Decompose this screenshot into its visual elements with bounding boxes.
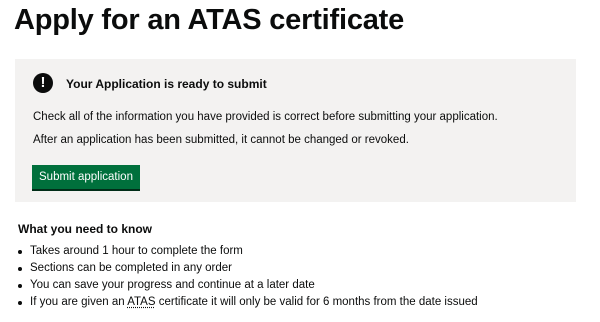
list-item: Takes around 1 hour to complete the form — [18, 243, 478, 260]
list-item: You can save your progress and continue … — [18, 277, 478, 294]
submit-application-button[interactable]: Submit application — [32, 165, 140, 189]
atas-abbreviation: ATAS — [127, 296, 156, 308]
exclamation-icon: ! — [33, 73, 53, 93]
notice-check-text: Check all of the information you have pr… — [33, 111, 498, 123]
list-item-validity: If you are given an ATAS certificate it … — [18, 294, 478, 311]
page-title: Apply for an ATAS certificate — [14, 4, 405, 36]
submit-notice-panel: ! Your Application is ready to submit Ch… — [15, 59, 576, 202]
what-you-need-to-know-heading: What you need to know — [18, 222, 152, 236]
notice-warning-text: After an application has been submitted,… — [33, 134, 409, 146]
info-list: Takes around 1 hour to complete the form… — [18, 243, 478, 311]
validity-text-start: If you are given an — [30, 296, 128, 308]
list-item: Sections can be completed in any order — [18, 260, 478, 277]
validity-text-end: certificate it will only be valid for 6 … — [155, 296, 478, 308]
notice-heading: Your Application is ready to submit — [66, 77, 267, 91]
